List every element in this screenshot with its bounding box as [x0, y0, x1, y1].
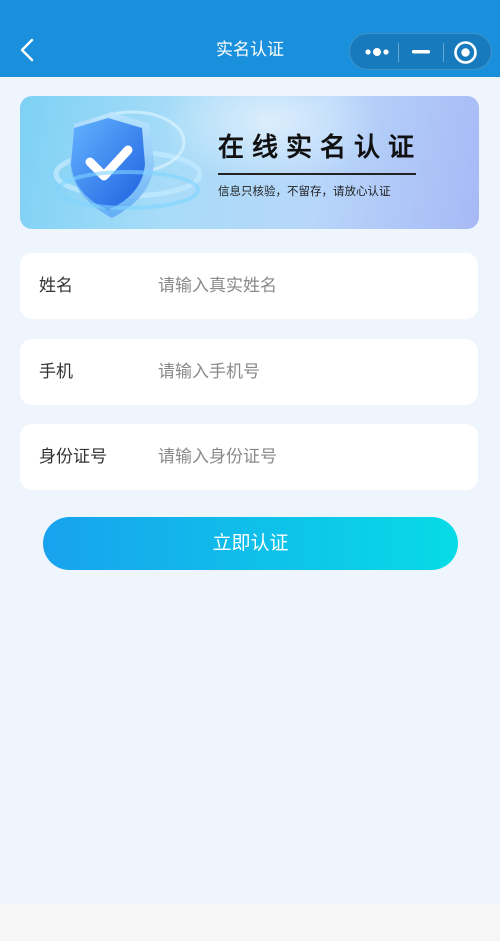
- mini-program-capsule: [349, 33, 492, 70]
- name-label: 姓名: [39, 276, 73, 296]
- banner-subtitle: 信息只核验，不留存，请放心认证: [218, 184, 391, 198]
- phone-label: 手机: [39, 362, 73, 382]
- id-number-field-row: 身份证号: [20, 424, 478, 490]
- target-circle-icon: [454, 41, 477, 64]
- capsule-divider: [398, 43, 399, 62]
- close-button[interactable]: [453, 40, 478, 65]
- more-button[interactable]: [362, 41, 392, 63]
- banner-title: 在线实名认证: [218, 133, 423, 163]
- id-number-label: 身份证号: [39, 447, 107, 467]
- more-dots-icon: [365, 48, 389, 56]
- minimize-icon: [412, 50, 430, 54]
- id-number-input[interactable]: [158, 441, 458, 473]
- banner-divider: [218, 173, 416, 175]
- nav-header: 实名认证: [0, 0, 500, 77]
- name-input[interactable]: [158, 270, 458, 302]
- minimize-button[interactable]: [410, 41, 432, 63]
- capsule-divider: [443, 43, 444, 62]
- footer-strip: [0, 904, 500, 941]
- name-field-row: 姓名: [20, 253, 478, 319]
- phone-field-row: 手机: [20, 339, 478, 405]
- shield-check-icon: [53, 110, 203, 218]
- phone-input[interactable]: [158, 356, 458, 388]
- verification-banner: 在线实名认证 信息只核验，不留存，请放心认证: [20, 96, 479, 229]
- verify-now-button[interactable]: 立即认证: [43, 517, 458, 570]
